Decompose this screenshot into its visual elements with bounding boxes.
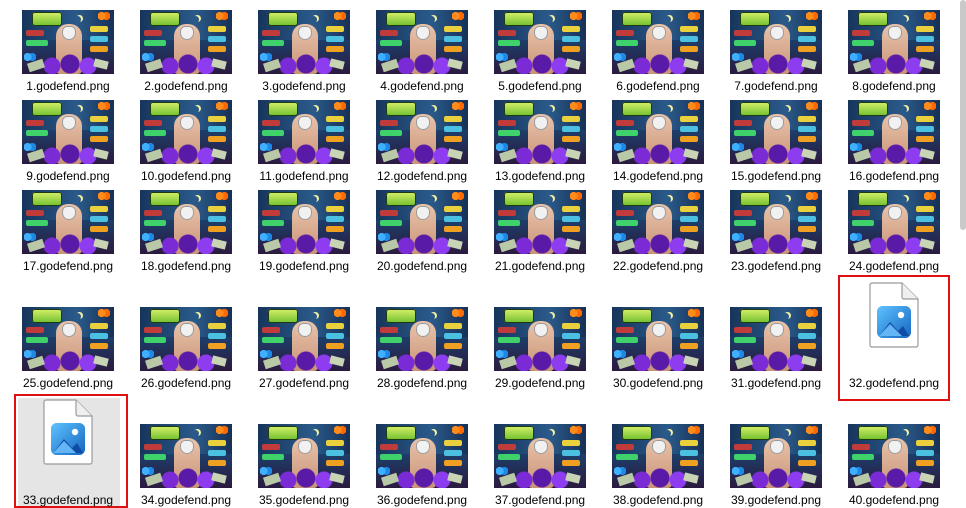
file-name-label: 31.godefend.png: [730, 376, 822, 390]
image-thumbnail-icon: [140, 190, 232, 254]
file-name-label: 9.godefend.png: [26, 169, 110, 183]
image-thumbnail-icon: [730, 190, 822, 254]
file-name-label: 28.godefend.png: [376, 376, 468, 390]
file-name-label: 1.godefend.png: [26, 79, 110, 93]
file-name-label: 14.godefend.png: [612, 169, 704, 183]
image-thumbnail-icon: [258, 424, 350, 488]
vertical-scrollbar[interactable]: [960, 0, 966, 230]
file-item[interactable]: 40.godefend.png: [844, 0, 944, 507]
image-thumbnail-icon: [376, 10, 468, 74]
image-thumbnail-icon: [730, 424, 822, 488]
file-name-label: 15.godefend.png: [730, 169, 822, 183]
image-thumbnail-icon: [376, 190, 468, 254]
file-item[interactable]: 34.godefend.png: [136, 0, 236, 507]
image-thumbnail-icon: [612, 424, 704, 488]
file-item[interactable]: 33.godefend.png: [14, 0, 128, 508]
file-name-label: 33.godefend.png: [22, 493, 114, 507]
file-name-label: 2.godefend.png: [144, 79, 228, 93]
image-thumbnail-icon: [494, 307, 586, 371]
image-thumbnail-icon: [494, 424, 586, 488]
file-name-label: 13.godefend.png: [494, 169, 586, 183]
red-highlight-box: [14, 394, 128, 508]
file-item[interactable]: 38.godefend.png: [608, 0, 708, 507]
image-thumbnail-icon: [848, 190, 940, 254]
file-name-label: 18.godefend.png: [140, 259, 232, 273]
file-name-label: 21.godefend.png: [494, 259, 586, 273]
image-thumbnail-icon: [22, 10, 114, 74]
file-name-label: 22.godefend.png: [612, 259, 704, 273]
file-name-label: 4.godefend.png: [380, 79, 464, 93]
file-grid: 1.godefend.png 2.godefend.png 3.godefend.p…: [0, 0, 966, 508]
file-item[interactable]: 39.godefend.png: [726, 0, 826, 507]
file-name-label: 11.godefend.png: [259, 169, 349, 183]
file-name-label: 7.godefend.png: [734, 79, 818, 93]
image-thumbnail-icon: [612, 10, 704, 74]
image-thumbnail-icon: [22, 100, 114, 164]
file-name-label: 6.godefend.png: [616, 79, 700, 93]
file-name-label: 37.godefend.png: [494, 493, 586, 507]
image-thumbnail-icon: [612, 190, 704, 254]
image-thumbnail-icon: [730, 100, 822, 164]
image-thumbnail-icon: [258, 307, 350, 371]
image-thumbnail-icon: [140, 307, 232, 371]
image-thumbnail-icon: [612, 307, 704, 371]
file-name-label: 8.godefend.png: [852, 79, 936, 93]
image-thumbnail-icon: [494, 190, 586, 254]
file-name-label: 35.godefend.png: [258, 493, 350, 507]
file-name-label: 29.godefend.png: [494, 376, 586, 390]
file-name-label: 36.godefend.png: [376, 493, 468, 507]
file-name-label: 25.godefend.png: [22, 376, 114, 390]
file-name-label: 12.godefend.png: [376, 169, 468, 183]
file-name-label: 26.godefend.png: [140, 376, 232, 390]
file-name-label: 32.godefend.png: [848, 376, 940, 390]
image-thumbnail-icon: [140, 424, 232, 488]
image-thumbnail-icon: [376, 307, 468, 371]
image-thumbnail-icon: [140, 100, 232, 164]
image-thumbnail-icon: [376, 100, 468, 164]
image-thumbnail-icon: [494, 10, 586, 74]
file-name-label: 5.godefend.png: [498, 79, 582, 93]
image-thumbnail-icon: [258, 190, 350, 254]
image-thumbnail-icon: [376, 424, 468, 488]
image-thumbnail-icon: [848, 10, 940, 74]
file-item[interactable]: 37.godefend.png: [490, 0, 590, 507]
file-name-label: 24.godefend.png: [848, 259, 940, 273]
file-name-label: 20.godefend.png: [376, 259, 468, 273]
image-thumbnail-icon: [612, 100, 704, 164]
file-name-label: 38.godefend.png: [612, 493, 704, 507]
image-thumbnail-icon: [22, 190, 114, 254]
file-name-label: 19.godefend.png: [258, 259, 350, 273]
image-thumbnail-icon: [494, 100, 586, 164]
file-name-label: 17.godefend.png: [22, 259, 114, 273]
file-name-label: 16.godefend.png: [848, 169, 940, 183]
image-thumbnail-icon: [730, 307, 822, 371]
image-thumbnail-icon: [22, 307, 114, 371]
file-name-label: 27.godefend.png: [258, 376, 350, 390]
image-thumbnail-icon: [258, 10, 350, 74]
image-thumbnail-icon: [730, 10, 822, 74]
file-name-label: 39.godefend.png: [730, 493, 822, 507]
file-name-label: 10.godefend.png: [140, 169, 232, 183]
file-name-label: 30.godefend.png: [612, 376, 704, 390]
image-thumbnail-icon: [140, 10, 232, 74]
file-name-label: 23.godefend.png: [730, 259, 822, 273]
image-thumbnail-icon: [848, 424, 940, 488]
file-name-label: 34.godefend.png: [140, 493, 232, 507]
file-item[interactable]: 35.godefend.png: [254, 0, 354, 507]
file-name-label: 40.godefend.png: [848, 493, 940, 507]
image-thumbnail-icon: [848, 100, 940, 164]
image-thumbnail-icon: [258, 100, 350, 164]
file-name-label: 3.godefend.png: [262, 79, 346, 93]
file-item[interactable]: 36.godefend.png: [372, 0, 472, 507]
